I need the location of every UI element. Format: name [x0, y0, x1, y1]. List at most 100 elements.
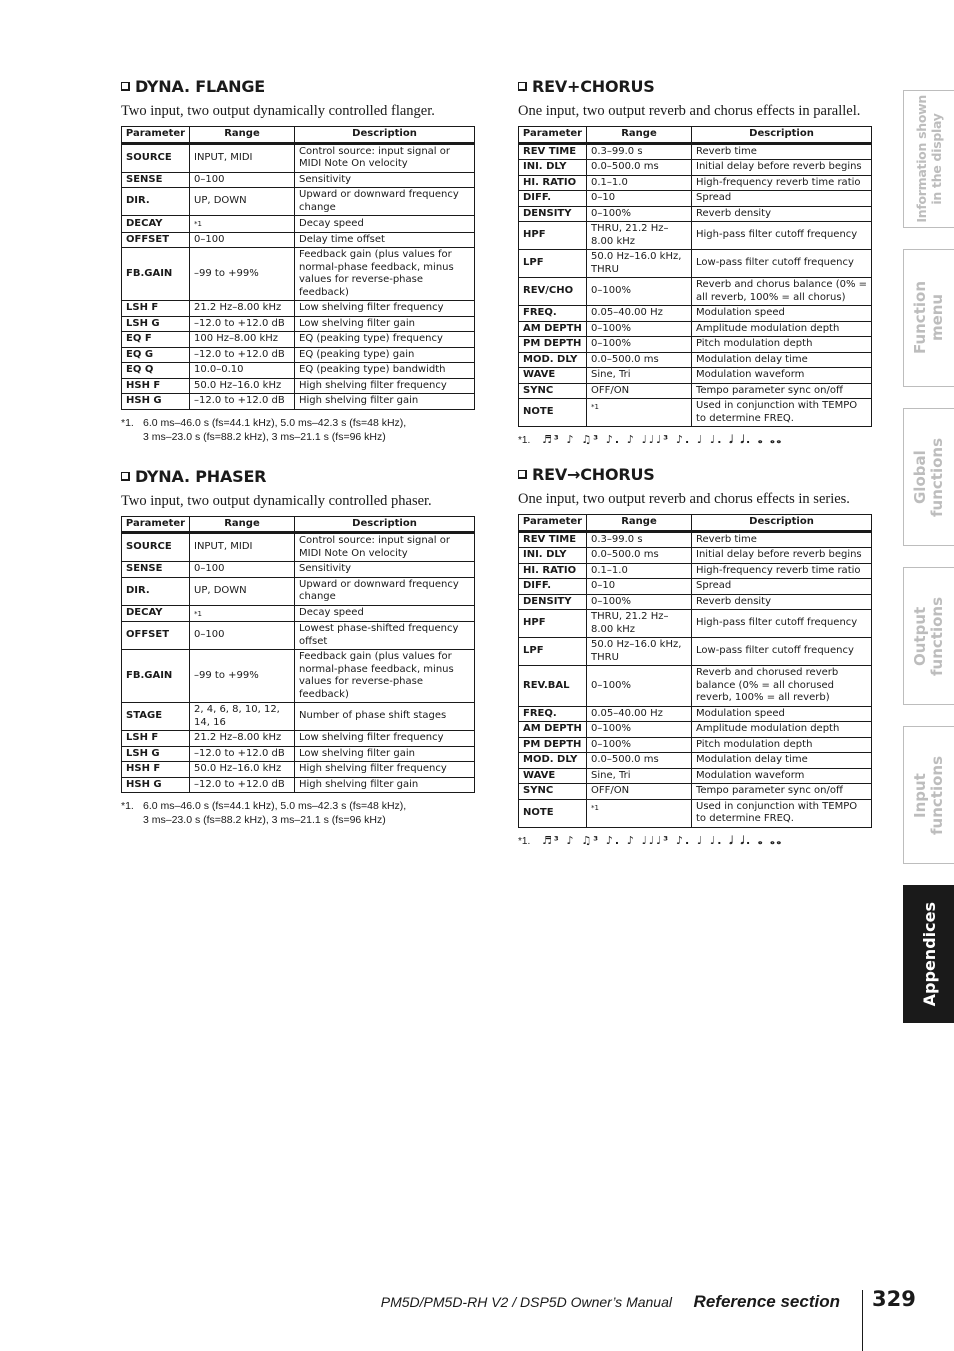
parameter-name: EQ G: [121, 346, 190, 363]
table-row: SYNC OFF/ON Tempo parameter sync on/off: [518, 783, 872, 800]
side-tab-label: Input functions: [911, 755, 946, 835]
table-row: WAVE Sine, Tri Modulation waveform: [518, 767, 872, 784]
side-tab-label: Appendices: [919, 901, 939, 1007]
parameter-description: Upward or downward frequency change: [294, 187, 475, 216]
parameter-range: 0.0–500.0 ms: [586, 547, 692, 564]
table-row: DENSITY 0–100% Reverb density: [518, 593, 872, 610]
table-row: DIR. UP, DOWN Upward or downward frequency…: [121, 576, 475, 606]
parameter-range: 0–100%: [586, 205, 692, 222]
header-range: Range: [189, 515, 295, 534]
parameter-description: High shelving filter frequency: [294, 761, 475, 778]
section-title-text: DYNA. PHASER: [135, 466, 267, 486]
page-footer: PM5D/PM5D-RH V2 / DSP5D Owner’s Manual R…: [0, 1287, 954, 1351]
parameter-range: INPUT, MIDI: [189, 142, 295, 173]
footnote-marker: *1.: [121, 416, 134, 429]
parameter-description: Tempo parameter sync on/off: [691, 783, 872, 800]
parameter-range: 0–100: [189, 231, 295, 248]
header-parameter: Parameter: [518, 514, 587, 533]
parameter-range: 0.05–40.00 Hz: [586, 705, 692, 722]
parameter-name: INI. DLY: [518, 159, 587, 176]
parameter-range: –99 to +99%: [189, 247, 295, 301]
table-row: HPF THRU, 21.2 Hz–8.00 kHz High-pass filte…: [518, 609, 872, 638]
table-row: FREQ. 0.05–40.00 Hz Modulation speed: [518, 705, 872, 722]
table-row: DENSITY 0–100% Reverb density: [518, 205, 872, 222]
table-row: DIFF. 0–10 Spread: [518, 578, 872, 595]
table-row: NOTE *1 Used in conjunction with TEMPO to …: [518, 798, 872, 828]
parameter-description: Lowest phase-shifted frequency offset: [294, 621, 475, 650]
side-tab-label: Global functions: [911, 437, 946, 517]
parameter-description: Modulation delay time: [691, 752, 872, 769]
parameter-name: DECAY: [121, 604, 190, 622]
parameter-range: 0–100: [189, 171, 295, 188]
section-dyna-flange: DYNA. FLANGE Two input, two output dynam…: [121, 76, 475, 444]
table-row: REV.BAL 0–100% Reverb and chorused reverb …: [518, 665, 872, 707]
parameter-description: Low shelving filter gain: [294, 745, 475, 762]
manual-title: PM5D/PM5D-RH V2 / DSP5D Owner’s Manual: [380, 1294, 672, 1310]
parameter-range: *1: [586, 398, 692, 427]
parameter-name: OFFSET: [121, 231, 190, 248]
parameter-name: WAVE: [518, 767, 587, 784]
table-row: REV TIME 0.3–99.0 s Reverb time: [518, 530, 872, 548]
section-title: REV→CHORUS: [518, 464, 872, 486]
parameter-range: *1: [586, 798, 692, 828]
parameter-name: HPF: [518, 221, 587, 250]
table-header-row: Parameter Range Description: [518, 126, 872, 145]
table-row: MOD. DLY 0.0–500.0 ms Modulation delay tim…: [518, 351, 872, 368]
parameter-range: 0–100%: [586, 721, 692, 738]
parameter-range: Sine, Tri: [586, 767, 692, 784]
parameter-description: Low-pass filter cutoff frequency: [691, 249, 872, 278]
table-row: LPF 50.0 Hz–16.0 kHz, THRU Low-pass filter…: [518, 637, 872, 666]
parameter-name: DIR.: [121, 576, 190, 606]
parameter-name: SYNC: [518, 382, 587, 399]
parameter-description: Initial delay before reverb begins: [691, 547, 872, 564]
parameter-range: *1: [189, 604, 295, 622]
side-tab-information-display[interactable]: Information shown in the display: [903, 90, 954, 228]
parameter-description: Decay speed: [294, 215, 475, 233]
parameter-range: 0–100: [189, 561, 295, 578]
parameter-description: Decay speed: [294, 604, 475, 622]
table-row: DIFF. 0–10 Spread: [518, 190, 872, 207]
section-description: One input, two output reverb and chorus …: [518, 491, 850, 507]
note-symbols: ♬³ ♪ ♫³ ♪. ♪ ♩♩♩³ ♪. ♩ ♩. 𝅗𝅥 𝅗𝅥. 𝅝 𝅝𝅝: [542, 833, 783, 847]
parameter-range: 50.0 Hz–16.0 kHz: [189, 761, 295, 778]
parameter-name: WAVE: [518, 367, 587, 384]
side-tab-appendices[interactable]: Appendices: [903, 885, 954, 1023]
page-number: 329: [872, 1287, 916, 1311]
parameter-range: 21.2 Hz–8.00 kHz: [189, 730, 295, 747]
parameter-description: Low shelving filter frequency: [294, 730, 475, 747]
footer-section-name: Reference section: [693, 1292, 840, 1311]
side-tab-output-functions[interactable]: Output functions: [903, 567, 954, 705]
header-parameter: Parameter: [121, 515, 190, 534]
parameter-description: Reverb time: [691, 142, 872, 160]
table-row: SENSE 0–100 Sensitivity: [121, 561, 475, 578]
parameter-description: EQ (peaking type) bandwidth: [294, 362, 475, 379]
parameter-description: Amplitude modulation depth: [691, 320, 872, 337]
table-row: LSH F 21.2 Hz–8.00 kHz Low shelving filter…: [121, 730, 475, 747]
parameter-name: HI. RATIO: [518, 562, 587, 579]
parameter-name: DECAY: [121, 215, 190, 233]
table-row: AM DEPTH 0–100% Amplitude modulation depth: [518, 320, 872, 337]
table-row: HSH F 50.0 Hz–16.0 kHz High shelving filte…: [121, 377, 475, 394]
parameter-name: REV TIME: [518, 530, 587, 548]
section-title-text: DYNA. FLANGE: [135, 77, 265, 96]
parameter-description: Upward or downward frequency change: [294, 576, 475, 606]
parameter-name: PM DEPTH: [518, 736, 587, 753]
table-row: FREQ. 0.05–40.00 Hz Modulation speed: [518, 305, 872, 322]
table-header-row: Parameter Range Description: [518, 514, 872, 533]
table-row: INI. DLY 0.0–500.0 ms Initial delay before…: [518, 547, 872, 564]
table-row: SOURCE INPUT, MIDI Control source: input s…: [121, 142, 475, 173]
parameter-name: MOD. DLY: [518, 351, 587, 368]
table-row: EQ Q 10.0–0.10 EQ (peaking type) bandwidth: [121, 362, 475, 379]
checkbox-bullet-icon: [121, 471, 130, 481]
section-dyna-phaser: DYNA. PHASER Two input, two output dynam…: [121, 466, 475, 828]
parameter-description: Modulation speed: [691, 705, 872, 722]
side-tab-input-functions[interactable]: Input functions: [903, 726, 954, 864]
parameter-range: –12.0 to +12.0 dB: [189, 346, 295, 363]
parameter-range: Sine, Tri: [586, 367, 692, 384]
parameter-name: SENSE: [121, 561, 190, 578]
parameter-description: High-pass filter cutoff frequency: [691, 221, 872, 250]
parameter-description: High shelving filter gain: [294, 393, 475, 410]
side-tab-global-functions[interactable]: Global functions: [903, 408, 954, 546]
header-range: Range: [586, 126, 692, 145]
side-tab-function-menu[interactable]: Function menu: [903, 249, 954, 387]
